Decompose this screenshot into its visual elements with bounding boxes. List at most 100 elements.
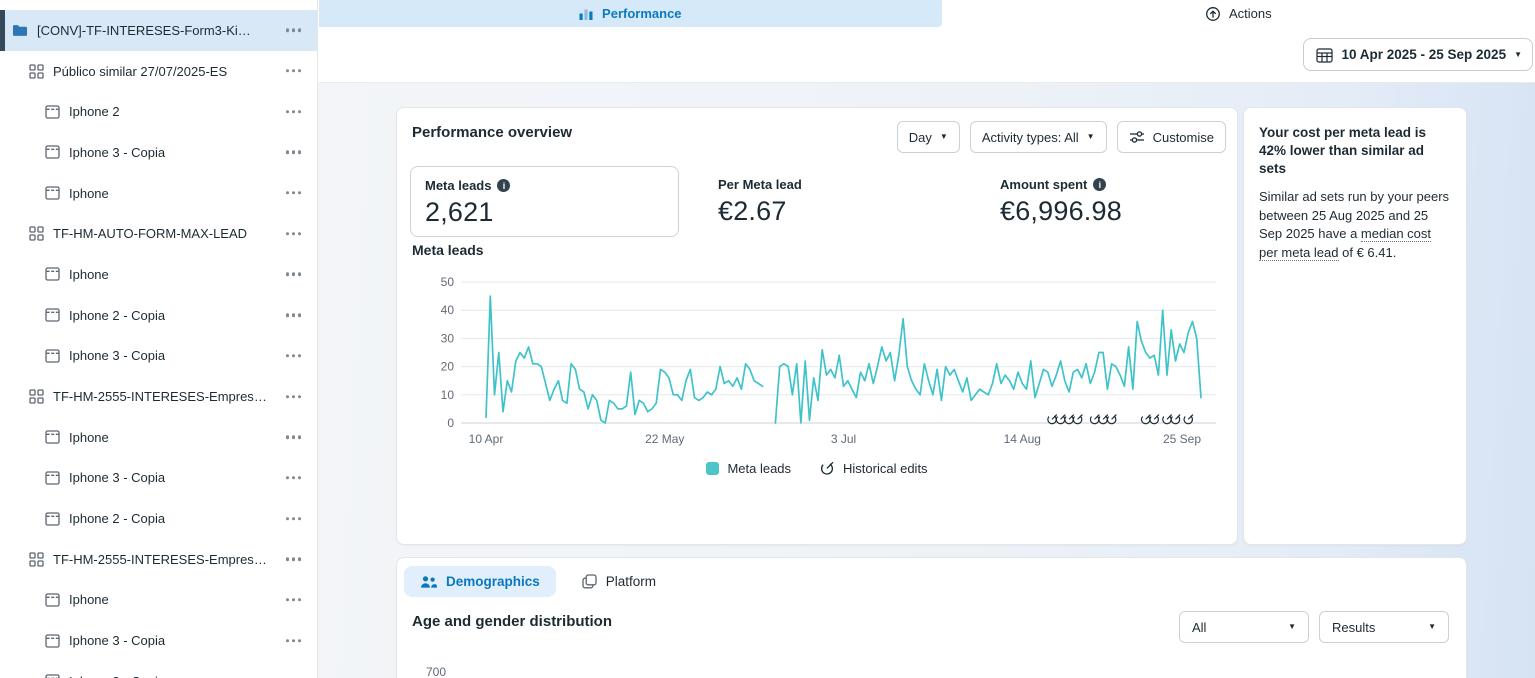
date-range-selector[interactable]: 10 Apr 2025 - 25 Sep 2025 ▼ <box>1303 38 1533 71</box>
sidebar-item-label: Iphone <box>69 266 109 282</box>
more-options-icon[interactable] <box>285 557 301 561</box>
sidebar-item-adset[interactable]: TF-HM-AUTO-FORM-MAX-LEAD <box>0 213 317 254</box>
more-options-icon[interactable] <box>285 150 301 155</box>
historical-edit-marker[interactable] <box>1182 414 1194 426</box>
bar-chart-icon <box>579 9 593 20</box>
svg-text:0: 0 <box>447 416 454 430</box>
activity-types-dropdown[interactable]: Activity types: All ▼ <box>969 121 1107 153</box>
ad-icon <box>44 349 60 363</box>
breakdown-card: Demographics Platform Age and gender dis… <box>396 557 1467 678</box>
age-filter-value: All <box>1192 619 1207 635</box>
chevron-down-icon: ▼ <box>1514 49 1522 59</box>
more-options-icon[interactable] <box>285 232 301 236</box>
info-icon[interactable]: i <box>1093 178 1107 191</box>
more-options-icon[interactable] <box>285 191 301 195</box>
sidebar-item-adset[interactable]: Público similar 27/07/2025-ES <box>0 51 317 92</box>
performance-overview-card: Performance overview Day ▼ Activity type… <box>396 107 1238 545</box>
metric-value: €2.67 <box>718 196 787 226</box>
more-options-icon[interactable] <box>285 516 301 521</box>
svg-text:10: 10 <box>441 388 455 402</box>
sidebar-item-ad[interactable]: Iphone <box>0 580 317 621</box>
sidebar-item-campaign[interactable]: [CONV]-TF-INTERESES-Form3-KitDig... <box>0 10 317 51</box>
folder-icon <box>13 25 27 37</box>
more-options-icon[interactable] <box>285 638 301 643</box>
ad-icon <box>44 593 60 607</box>
chevron-down-icon: ▼ <box>1288 622 1296 631</box>
legend-historical-edits: Historical edits <box>819 460 928 476</box>
sidebar-item-ad[interactable]: Iphone <box>0 254 317 295</box>
legend-label: Historical edits <box>843 460 928 476</box>
sidebar-item-label: Iphone 3 - Copia <box>69 348 166 364</box>
sidebar-item-label: [CONV]-TF-INTERESES-Form3-KitDig... <box>37 22 252 38</box>
more-options-icon[interactable] <box>285 354 301 358</box>
y-axis-tick-label: 700 <box>426 665 447 678</box>
metric-meta-leads[interactable]: Meta leads i 2,621 <box>410 166 679 237</box>
more-options-icon[interactable] <box>285 28 301 33</box>
sidebar-item-ad[interactable]: Iphone 2 <box>0 91 317 132</box>
sidebar-item-label: Iphone 3 - Copia <box>69 470 166 486</box>
historical-edits-icon <box>820 461 834 475</box>
insight-text: of € 6.41. <box>1338 244 1397 260</box>
day-dropdown[interactable]: Day ▼ <box>896 121 960 153</box>
more-options-icon[interactable] <box>285 272 301 277</box>
arrow-up-circle-icon <box>1206 6 1220 21</box>
tab-actions[interactable]: Actions <box>941 0 1535 27</box>
ad-set-icon <box>28 389 44 404</box>
ad-icon <box>44 471 60 485</box>
breakdown-title: Age and gender distribution <box>412 613 613 630</box>
chart-controls: Day ▼ Activity types: All ▼ Customise <box>896 121 1226 153</box>
customise-label: Customise <box>1152 129 1214 145</box>
sidebar-item-ad[interactable]: Iphone 3 - Copia <box>0 620 317 661</box>
top-tab-bar: Performance Actions <box>319 0 1535 27</box>
sidebar-item-label: Iphone 2 - Copia <box>69 511 166 527</box>
age-filter-dropdown[interactable]: All ▼ <box>1179 611 1309 643</box>
ad-set-icon <box>28 552 44 567</box>
more-options-icon[interactable] <box>285 110 301 114</box>
sidebar-item-label: TF-HM-2555-INTERESES-Empresa... <box>53 551 268 567</box>
legend-label: Meta leads <box>727 460 792 476</box>
sidebar-item-label: Iphone 3 - Copia <box>69 144 166 160</box>
customise-button[interactable]: Customise <box>1116 121 1226 153</box>
ad-icon <box>44 105 60 119</box>
tab-demographics[interactable]: Demographics <box>404 566 556 597</box>
insight-title: Your cost per meta lead is 42% lower tha… <box>1259 125 1427 176</box>
more-options-icon[interactable] <box>285 435 301 439</box>
tab-platform[interactable]: Platform <box>566 566 672 597</box>
metric-filter-value: Results <box>1332 619 1376 635</box>
metric-amount-spent[interactable]: Amount spent i €6,996.98 <box>986 166 1136 238</box>
sidebar-item-ad[interactable]: Iphone <box>0 417 317 458</box>
date-range-label: 10 Apr 2025 - 25 Sep 2025 <box>1341 47 1507 62</box>
info-icon[interactable]: i <box>497 179 511 192</box>
sidebar-item-ad[interactable]: Iphone 2 - Copia <box>0 661 317 678</box>
tab-performance[interactable]: Performance <box>319 0 942 27</box>
more-options-icon[interactable] <box>285 476 301 480</box>
more-options-icon[interactable] <box>285 394 301 399</box>
svg-text:10 Apr: 10 Apr <box>469 432 504 446</box>
chevron-down-icon: ▼ <box>939 132 948 141</box>
more-options-icon[interactable] <box>285 598 301 602</box>
chevron-down-icon: ▼ <box>1428 622 1436 631</box>
metric-label: Amount spent <box>1000 177 1088 192</box>
sidebar-item-ad[interactable]: Iphone 2 - Copia <box>0 498 317 539</box>
platform-icon <box>582 574 597 589</box>
sidebar-item-adset[interactable]: TF-HM-2555-INTERESES-Empresa... <box>0 376 317 417</box>
metric-per-meta-lead[interactable]: Per Meta lead €2.67 <box>704 166 816 238</box>
ad-set-icon <box>28 63 44 79</box>
tab-actions-label: Actions <box>1228 6 1272 21</box>
ad-icon <box>44 634 60 648</box>
sidebar-item-ad[interactable]: Iphone <box>0 173 317 214</box>
sidebar-item-ad[interactable]: Iphone 3 - Copia <box>0 336 317 377</box>
breakdown-tabs: Demographics Platform <box>404 566 672 597</box>
sidebar-item-ad[interactable]: Iphone 3 - Copia <box>0 132 317 173</box>
sidebar-item-ad[interactable]: Iphone 2 - Copia <box>0 295 317 336</box>
more-options-icon[interactable] <box>285 313 301 317</box>
ad-icon <box>44 186 60 200</box>
sidebar-item-adset[interactable]: TF-HM-2555-INTERESES-Empresa... <box>0 539 317 580</box>
more-options-icon[interactable] <box>285 69 301 73</box>
day-dropdown-label: Day <box>908 129 932 145</box>
sidebar-item-label: Iphone <box>69 185 109 201</box>
svg-text:30: 30 <box>441 331 455 345</box>
chart-legend: Meta leads Historical edits <box>397 460 1237 476</box>
sidebar-item-ad[interactable]: Iphone 3 - Copia <box>0 458 317 499</box>
metric-filter-dropdown[interactable]: Results ▼ <box>1319 611 1449 643</box>
